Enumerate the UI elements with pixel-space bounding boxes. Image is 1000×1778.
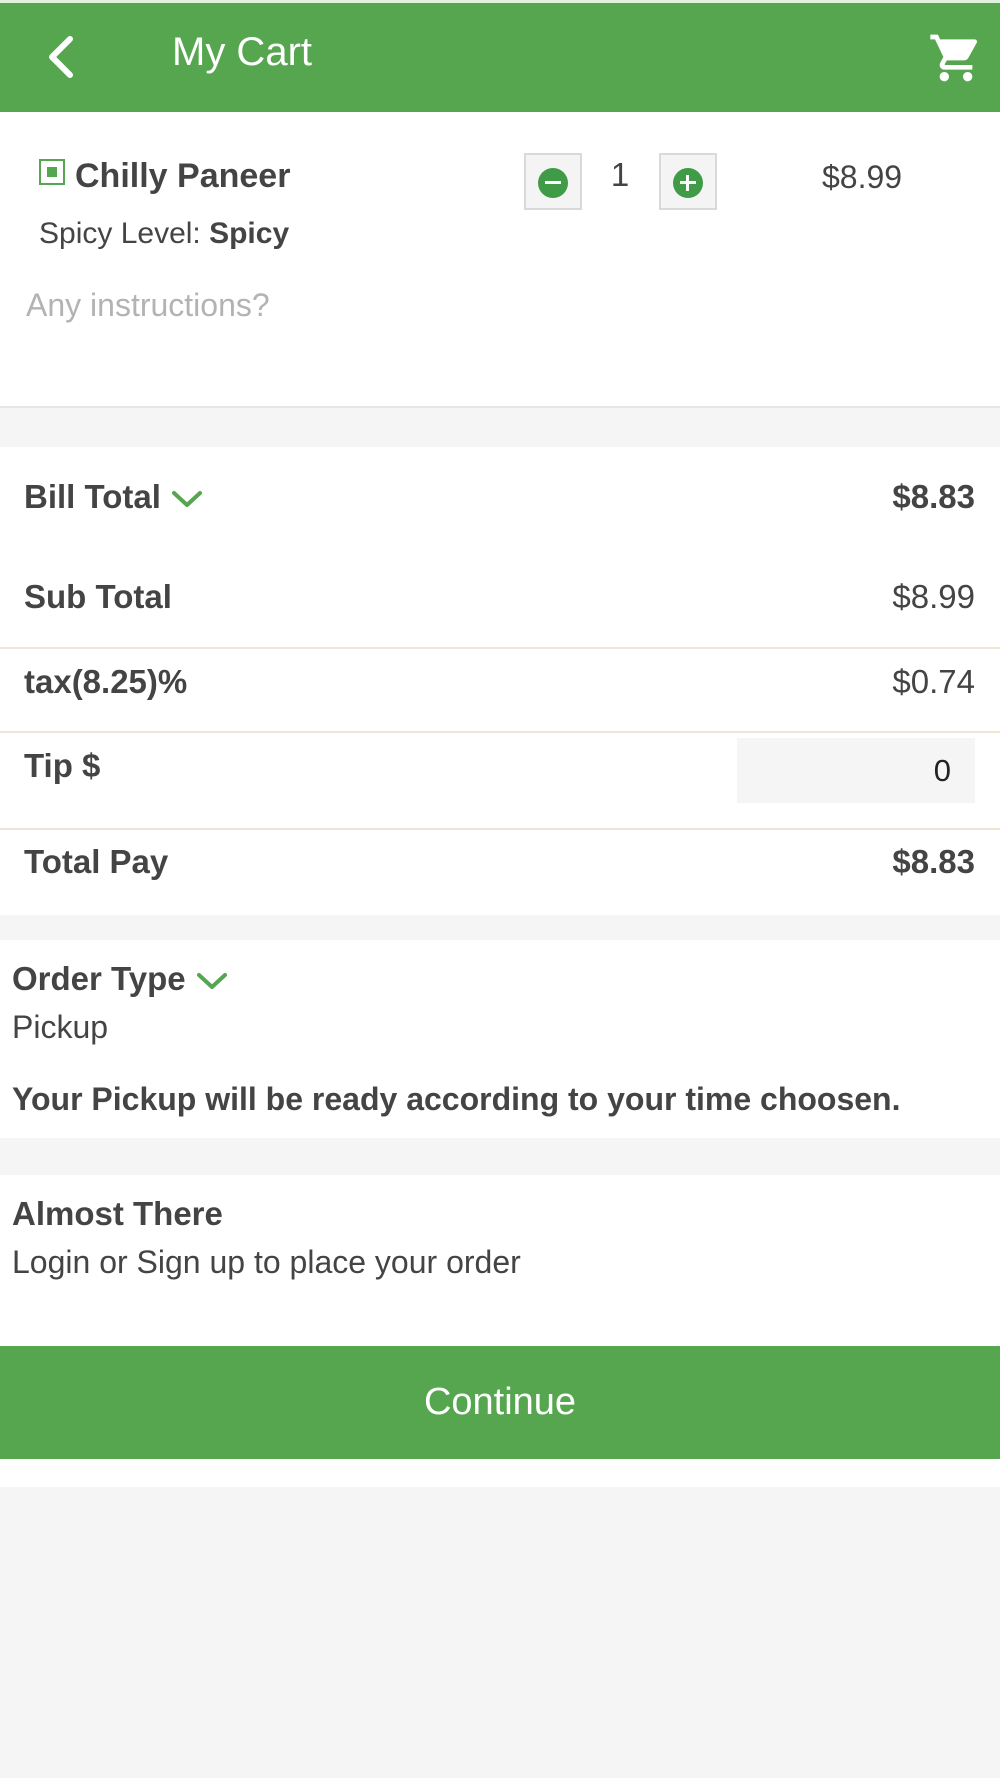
increase-quantity-button[interactable]	[659, 153, 717, 210]
top-app-bar: My Cart	[0, 0, 1000, 112]
item-name: Chilly Paneer	[75, 157, 291, 195]
spicy-level: Spicy Level: Spicy	[39, 217, 289, 251]
order-type-toggle[interactable]: Order Type	[12, 960, 228, 998]
veg-indicator-icon	[39, 159, 65, 185]
bill-summary: Bill Total $8.83 Sub Total $8.99 tax(8.2…	[0, 447, 1000, 915]
back-button[interactable]	[40, 31, 86, 83]
checkout-title: Almost There	[12, 1195, 223, 1232]
bill-total-label-text: Bill Total	[24, 478, 161, 515]
spicy-level-label: Spicy Level:	[39, 217, 201, 250]
chevron-down-icon	[196, 973, 227, 990]
checkout-subtitle: Login or Sign up to place your order	[12, 1244, 521, 1280]
instructions-input[interactable]	[26, 280, 966, 330]
tip-label: Tip $	[24, 747, 101, 784]
total-pay-value: $8.83	[892, 843, 975, 880]
minus-icon	[538, 168, 568, 198]
chevron-down-icon	[171, 491, 202, 508]
order-type-label: Order Type	[12, 960, 186, 997]
plus-icon	[673, 168, 703, 198]
bill-total-label: Bill Total	[24, 478, 203, 516]
checkout-section: Almost There Login or Sign up to place y…	[0, 1175, 1000, 1487]
chevron-left-icon	[49, 36, 73, 78]
tax-value: $0.74	[892, 663, 975, 700]
cart-item: Chilly Paneer 1 $8.99 Spicy Level: Spicy	[0, 112, 1000, 408]
quantity-value: 1	[610, 156, 630, 193]
decrease-quantity-button[interactable]	[524, 153, 582, 210]
sub-total-value: $8.99	[892, 578, 975, 615]
divider	[0, 647, 1000, 649]
tax-label: tax(8.25)%	[24, 663, 188, 700]
total-pay-label: Total Pay	[24, 843, 169, 880]
tip-input[interactable]	[737, 738, 975, 803]
continue-button[interactable]: Continue	[0, 1346, 1000, 1459]
spicy-level-value: Spicy	[209, 217, 290, 250]
pickup-note: Your Pickup will be ready according to y…	[12, 1081, 901, 1117]
page-title: My Cart	[172, 30, 312, 74]
bill-total-value: $8.83	[892, 478, 975, 515]
order-type-section: Order Type Pickup Your Pickup will be re…	[0, 940, 1000, 1138]
sub-total-label: Sub Total	[24, 578, 172, 615]
cart-button[interactable]	[928, 30, 984, 86]
divider	[0, 828, 1000, 830]
order-type-value: Pickup	[12, 1009, 109, 1045]
divider	[0, 731, 1000, 733]
item-price: $8.99	[822, 159, 903, 195]
shopping-cart-icon	[930, 34, 978, 82]
